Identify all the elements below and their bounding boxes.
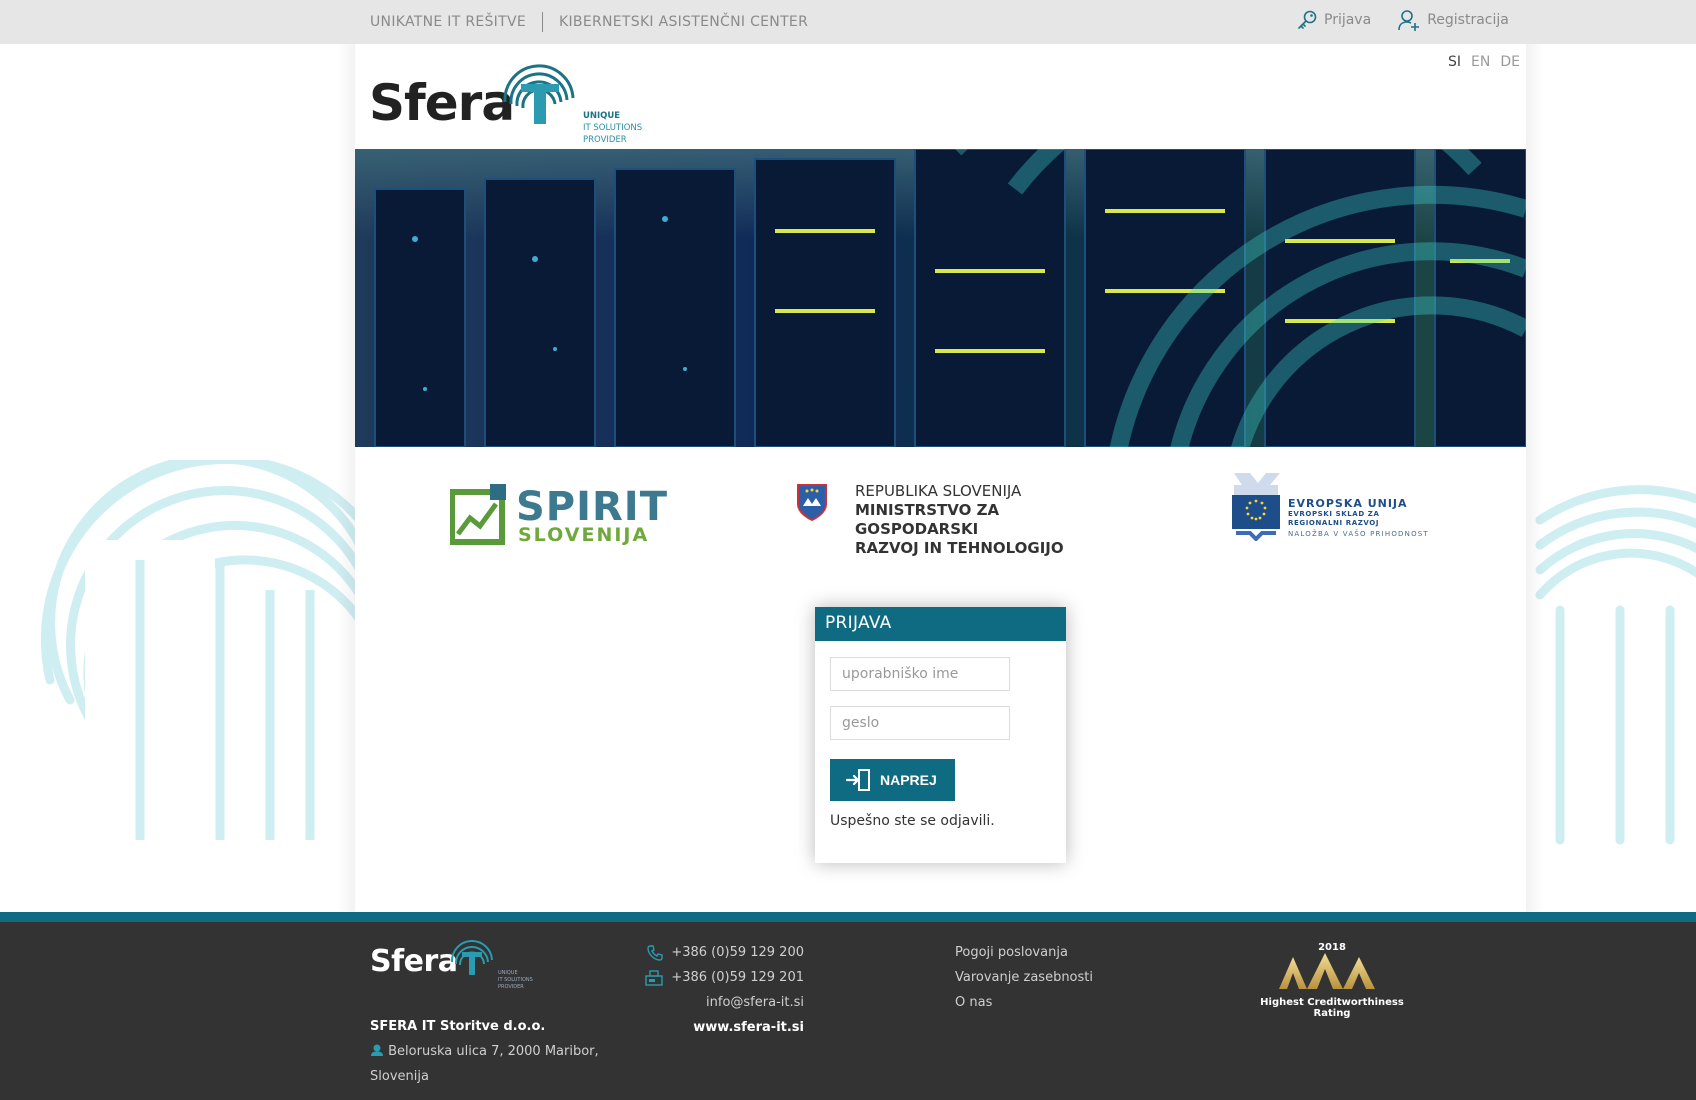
password-input[interactable] <box>830 706 1010 740</box>
background-fingerprint-right <box>1530 460 1696 860</box>
logo-tagline: UNIQUE IT SOLUTIONS PROVIDER <box>583 110 642 146</box>
logo-tagline-line2: IT SOLUTIONS <box>583 123 643 133</box>
user-links: Prijava Registracija <box>1296 0 1509 40</box>
eu-flag-icon <box>1232 473 1280 541</box>
slovenia-coat-of-arms-icon <box>797 484 827 522</box>
fingerprint-logo-icon <box>503 64 575 124</box>
login-door-icon <box>846 769 870 791</box>
ministry-line3: RAZVOJ IN TEHNOLOGIJO <box>855 539 1064 557</box>
login-link-label: Prijava <box>1324 12 1372 28</box>
main-container: Sfera UNIQUE IT SOLUTIONS PROVIDER SI EN… <box>355 44 1526 912</box>
language-si[interactable]: SI <box>1448 54 1461 70</box>
register-link-label: Registracija <box>1427 12 1509 28</box>
footer-logo-tag2: IT SOLUTIONS <box>498 977 533 983</box>
eu-line4: NALOŽBA V VAŠO PRIHODNOST <box>1288 530 1429 538</box>
footer-logo-tag3: PROVIDER <box>498 984 524 990</box>
aaa-rating-icon <box>1279 953 1375 989</box>
language-en[interactable]: EN <box>1471 54 1490 70</box>
eu-line3: REGIONALNI RAZVOJ <box>1288 519 1380 527</box>
rating-year: 2018 <box>1318 942 1346 953</box>
sfera-it-logo[interactable]: Sfera UNIQUE IT SOLUTIONS PROVIDER <box>369 62 669 145</box>
eu-line1: EVROPSKA UNIJA <box>1288 497 1408 510</box>
email-link[interactable]: info@sfera-it.si <box>600 990 804 1015</box>
footer-links: Pogoji poslovanja Varovanje zasebnosti O… <box>955 940 1093 1015</box>
background-fingerprint-left <box>30 460 370 860</box>
login-link[interactable]: Prijava <box>1296 9 1371 31</box>
nav-link-unique-it-solutions[interactable]: UNIKATNE IT REŠITVE <box>370 14 526 30</box>
spirit-chart-icon <box>450 484 506 545</box>
footer-logo[interactable]: Sfera UNIQUE IT SOLUTIONS PROVIDER <box>370 938 560 990</box>
page-side-shadow-left <box>337 44 355 912</box>
ministry-line2: MINISTRSTVO ZA GOSPODARSKI <box>855 501 1000 538</box>
language-switcher: SI EN DE <box>1438 54 1520 70</box>
footer: Sfera UNIQUE IT SOLUTIONS PROVIDER SFERA… <box>0 922 1696 1100</box>
logo-tagline-line3: PROVIDER <box>583 135 627 145</box>
company-name: SFERA IT Storitve d.o.o. <box>370 1019 546 1034</box>
website-link[interactable]: www.sfera-it.si <box>600 1015 804 1040</box>
address-line1: Beloruska ulica 7, 2000 Maribor, <box>388 1044 599 1059</box>
footer-link-about[interactable]: O nas <box>955 990 1093 1015</box>
register-link[interactable]: Registracija <box>1397 8 1509 32</box>
eu-line2: EVROPSKI SKLAD ZA <box>1288 510 1380 518</box>
ministry-logo[interactable]: REPUBLIKA SLOVENIJA MINISTRSTVO ZA GOSPO… <box>795 482 1105 557</box>
sponsor-logos: SPIRIT SLOVENIJA REPUBLIKA SLOVENIJA MIN… <box>355 464 1526 564</box>
footer-fingerprint-logo-icon <box>450 939 493 975</box>
contact-info: +386 (0)59 129 200 +386 (0)59 129 201 in… <box>600 940 804 1040</box>
top-bar: UNIKATNE IT REŠITVE KIBERNETSKI ASISTENČ… <box>0 0 1696 44</box>
hero-banner-server-room <box>355 149 1526 447</box>
rating-caption: Highest Creditworthiness Rating <box>1260 997 1404 1019</box>
fax-icon <box>645 969 664 986</box>
language-de[interactable]: DE <box>1500 54 1520 70</box>
login-panel-title: PRIJAVA <box>815 607 1066 641</box>
spirit-line2: SLOVENIJA <box>518 524 650 546</box>
logo-tagline-line1: UNIQUE <box>583 111 621 121</box>
phone-icon <box>647 944 664 961</box>
company-address: Beloruska ulica 7, 2000 Maribor, <box>370 1039 599 1064</box>
address-line2: Slovenija <box>370 1069 429 1084</box>
nav-separator <box>542 12 543 32</box>
ministry-line1: REPUBLIKA SLOVENIJA <box>855 482 1022 500</box>
phone-number[interactable]: +386 (0)59 129 200 <box>671 940 804 965</box>
footer-accent-bar <box>0 912 1696 922</box>
page-side-shadow-right <box>1526 44 1544 912</box>
key-icon <box>1298 10 1317 29</box>
login-panel: PRIJAVA NAPREJ Uspešno ste se odjavili. <box>815 607 1066 863</box>
submit-button-label: NAPREJ <box>880 772 937 788</box>
logo-wordmark: Sfera <box>369 74 515 132</box>
fax-row: +386 (0)59 129 201 <box>600 965 804 990</box>
fax-number[interactable]: +386 (0)59 129 201 <box>671 965 804 990</box>
aaa-rating-badge: 2018 Highest Creditworthiness Rating <box>1252 942 1412 1022</box>
phone-row: +386 (0)59 129 200 <box>600 940 804 965</box>
eu-regional-fund-logo[interactable]: EVROPSKA UNIJA EVROPSKI SKLAD ZA REGIONA… <box>1230 469 1440 543</box>
submit-button[interactable]: NAPREJ <box>830 759 955 801</box>
footer-logo-tag1: UNIQUE <box>498 970 518 976</box>
top-navigation: UNIKATNE IT REŠITVE KIBERNETSKI ASISTENČ… <box>370 0 808 44</box>
footer-link-terms[interactable]: Pogoji poslovanja <box>955 940 1093 965</box>
spirit-slovenija-logo[interactable]: SPIRIT SLOVENIJA <box>450 484 667 548</box>
location-pin-icon <box>371 1044 383 1056</box>
nav-link-cyber-assistance-center[interactable]: KIBERNETSKI ASISTENČNI CENTER <box>559 14 808 30</box>
footer-logo-wordmark: Sfera <box>370 944 458 979</box>
footer-link-privacy[interactable]: Varovanje zasebnosti <box>955 965 1093 990</box>
add-user-icon <box>1398 10 1420 31</box>
username-input[interactable] <box>830 657 1010 691</box>
logout-message: Uspešno ste se odjavili. <box>830 813 995 829</box>
company-info: SFERA IT Storitve d.o.o. Beloruska ulica… <box>370 1014 599 1089</box>
